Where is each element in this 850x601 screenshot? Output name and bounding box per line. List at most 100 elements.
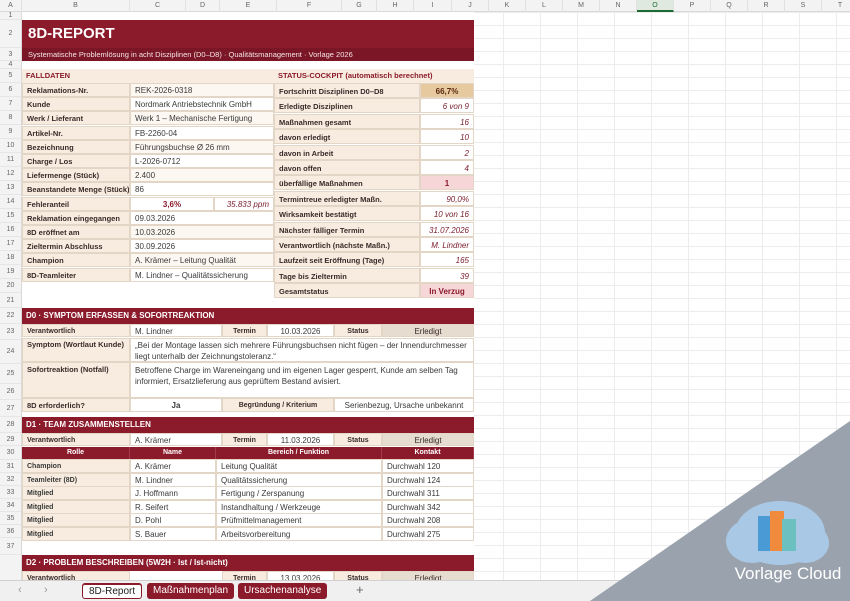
falldaten-value[interactable]: 30.09.2026 (130, 239, 274, 254)
column-header-i[interactable]: I (414, 0, 452, 12)
team-cell[interactable]: Arbeitsvorbereitung (216, 527, 382, 541)
falldaten-value[interactable]: 10.03.2026 (130, 225, 274, 239)
tab-8d-report[interactable]: 8D-Report (82, 583, 143, 599)
row-header[interactable]: 22 (0, 308, 21, 324)
row-header[interactable]: 4 (0, 61, 21, 69)
team-cell[interactable]: Durchwahl 342 (382, 499, 474, 514)
column-header-t[interactable]: T (822, 0, 850, 12)
falldaten-value[interactable]: M. Lindner – Qualitätssicherung (130, 267, 274, 282)
team-cell[interactable]: A. Krämer (130, 459, 216, 473)
row-header[interactable]: 14 (0, 195, 21, 209)
falldaten-value[interactable]: FB-2260-04 (130, 125, 274, 140)
falldaten-value[interactable]: A. Krämer – Leitung Qualität (130, 253, 274, 268)
sofort-text[interactable]: Betroffene Charge im Wareneingang und im… (130, 362, 474, 398)
fehleranteil-value[interactable]: 3,6% (130, 196, 214, 211)
column-header-o[interactable]: O (637, 0, 674, 12)
row-header[interactable]: 31 (0, 460, 21, 473)
row-header[interactable]: 37 (0, 538, 21, 555)
falldaten-value[interactable]: 09.03.2026 (130, 210, 274, 225)
team-cell[interactable]: Durchwahl 124 (382, 472, 474, 487)
column-header-a[interactable]: A (0, 0, 22, 12)
team-cell[interactable]: D. Pohl (130, 513, 216, 528)
row-header[interactable]: 23 (0, 324, 21, 340)
d2-status-value[interactable]: Erledigt (382, 571, 474, 580)
column-header-m[interactable]: M (563, 0, 600, 12)
row-header[interactable]: 30 (0, 446, 21, 460)
d0-status-value[interactable]: Erledigt (382, 324, 474, 337)
team-cell[interactable]: S. Bauer (130, 527, 216, 541)
column-header-c[interactable]: C (130, 0, 186, 12)
column-header-j[interactable]: J (452, 0, 489, 12)
column-header-h[interactable]: H (377, 0, 414, 12)
row-header[interactable]: 3 (0, 48, 21, 61)
add-sheet-button[interactable]: + (356, 582, 364, 597)
d0-verantwortlich-value[interactable]: M. Lindner (130, 324, 222, 337)
d1-verantwortlich-value[interactable]: A. Krämer (130, 433, 222, 446)
row-header[interactable]: 28 (0, 417, 21, 433)
falldaten-value[interactable]: REK-2026-0318 (130, 83, 274, 97)
row-header[interactable]: 5 (0, 69, 21, 83)
d2-termin-value[interactable]: 13.03.2026 (267, 571, 334, 580)
tab-massnahmenplan[interactable]: Maßnahmenplan (147, 583, 235, 599)
team-cell[interactable]: Durchwahl 275 (382, 527, 474, 541)
d1-status-value[interactable]: Erledigt (382, 433, 474, 446)
row-header[interactable]: 26 (0, 384, 21, 400)
row-header[interactable]: 33 (0, 486, 21, 499)
row-header[interactable]: 34 (0, 499, 21, 512)
row-header[interactable]: 15 (0, 209, 21, 223)
row-header[interactable]: 25 (0, 364, 21, 384)
falldaten-value[interactable]: 86 (130, 182, 274, 197)
row-header[interactable]: 17 (0, 237, 21, 251)
column-header-r[interactable]: R (748, 0, 785, 12)
team-cell[interactable]: R. Seifert (130, 499, 216, 514)
row-header[interactable]: 29 (0, 433, 21, 446)
tab-ursachenanalyse[interactable]: Ursachenanalyse (238, 583, 328, 599)
falldaten-value[interactable]: Werk 1 – Mechanische Fertigung (130, 111, 274, 126)
team-cell[interactable]: M. Lindner (130, 472, 216, 487)
row-header[interactable]: 2 (0, 20, 21, 48)
erforderlich-value[interactable]: Ja (130, 398, 222, 412)
row-header[interactable]: 19 (0, 265, 21, 279)
falldaten-value[interactable]: 2.400 (130, 168, 274, 183)
team-cell[interactable]: Durchwahl 311 (382, 486, 474, 501)
falldaten-value[interactable]: L-2026-0712 (130, 154, 274, 168)
row-header[interactable]: 27 (0, 400, 21, 417)
row-header[interactable]: 16 (0, 223, 21, 237)
symptom-text[interactable]: „Bei der Montage lassen sich mehrere Füh… (130, 338, 474, 362)
d0-termin-value[interactable]: 10.03.2026 (267, 324, 334, 337)
d1-termin-value[interactable]: 11.03.2026 (267, 433, 334, 446)
row-header[interactable]: 32 (0, 473, 21, 486)
row-header[interactable]: 35 (0, 512, 21, 525)
column-header-d[interactable]: D (186, 0, 220, 12)
column-header-b[interactable]: B (22, 0, 130, 12)
team-cell[interactable]: Instandhaltung / Werkzeuge (216, 499, 382, 514)
column-header-q[interactable]: Q (711, 0, 748, 12)
column-header-f[interactable]: F (277, 0, 342, 12)
falldaten-value[interactable]: Nordmark Antriebstechnik GmbH (130, 97, 274, 112)
team-cell[interactable]: Qualitätssicherung (216, 472, 382, 487)
row-header[interactable]: 6 (0, 83, 21, 97)
team-cell[interactable]: Prüfmittelmanagement (216, 513, 382, 528)
team-cell[interactable]: Leitung Qualität (216, 459, 382, 473)
row-header[interactable]: 20 (0, 279, 21, 293)
column-header-e[interactable]: E (220, 0, 277, 12)
column-header-p[interactable]: P (674, 0, 711, 12)
row-header[interactable]: 8 (0, 111, 21, 125)
falldaten-value[interactable]: Führungsbuchse Ø 26 mm (130, 139, 274, 154)
row-header[interactable]: 7 (0, 97, 21, 111)
column-header-k[interactable]: K (489, 0, 526, 12)
row-header[interactable]: 1 (0, 12, 21, 20)
tab-scroll-left-icon[interactable]: ‹ (18, 584, 22, 596)
row-header[interactable]: 11 (0, 153, 21, 167)
row-header[interactable]: 18 (0, 251, 21, 265)
team-cell[interactable]: Durchwahl 120 (382, 459, 474, 473)
column-header-n[interactable]: N (600, 0, 637, 12)
row-header[interactable]: 21 (0, 293, 21, 308)
tab-scroll-right-icon[interactable]: › (44, 584, 48, 596)
row-header[interactable]: 9 (0, 125, 21, 139)
begruendung-value[interactable]: Serienbezug, Ursache unbekannt (334, 398, 474, 412)
column-header-l[interactable]: L (526, 0, 563, 12)
row-header[interactable]: 36 (0, 525, 21, 538)
row-header[interactable]: 12 (0, 167, 21, 181)
row-header[interactable]: 13 (0, 181, 21, 195)
